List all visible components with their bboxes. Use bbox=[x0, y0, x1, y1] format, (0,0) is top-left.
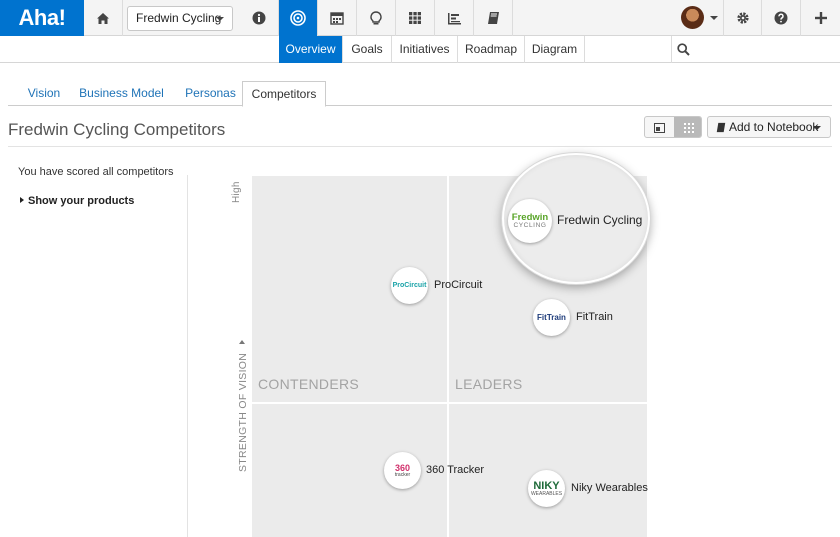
show-products-label: Show your products bbox=[28, 195, 135, 207]
grid-icon bbox=[409, 12, 421, 24]
strategy-icon bbox=[290, 10, 306, 26]
competitor-label-360-tracker[interactable]: 360 Tracker bbox=[426, 464, 484, 476]
quadrant-label-contenders: CONTENDERS bbox=[258, 376, 360, 392]
settings-button[interactable] bbox=[723, 0, 762, 36]
y-axis-title: STRENGTH OF VISION bbox=[237, 352, 249, 472]
info-icon bbox=[252, 11, 266, 25]
logo-text: Fredwin bbox=[511, 211, 549, 223]
competitor-logo-procircuit[interactable]: ProCircuit bbox=[391, 267, 428, 304]
tab-personas[interactable]: Personas bbox=[174, 81, 247, 106]
competitor-label-fredwin-cycling[interactable]: Fredwin Cycling bbox=[557, 213, 642, 227]
competitor-label-procircuit[interactable]: ProCircuit bbox=[434, 279, 482, 291]
subnav-overview[interactable]: Overview bbox=[279, 36, 343, 63]
y-axis-high-label: High bbox=[231, 181, 242, 203]
avatar[interactable] bbox=[681, 6, 704, 29]
help-button[interactable] bbox=[762, 0, 801, 36]
sub-navigation: Overview Goals Initiatives Roadmap Diagr… bbox=[0, 36, 840, 63]
tab-business-model[interactable]: Business Model bbox=[74, 81, 169, 106]
aha-logo[interactable]: Aha! bbox=[0, 0, 84, 36]
page-title: Fredwin Cycling Competitors bbox=[8, 120, 226, 139]
chevron-right-icon bbox=[20, 197, 24, 203]
chevron-down-icon bbox=[216, 17, 224, 21]
subnav-goals[interactable]: Goals bbox=[343, 36, 392, 63]
chevron-down-icon bbox=[710, 16, 718, 20]
add-to-notebook-button[interactable]: Add to Notebook bbox=[707, 116, 831, 138]
logo-text: NIKY bbox=[533, 479, 560, 492]
add-button[interactable] bbox=[801, 0, 840, 36]
divider bbox=[187, 175, 188, 537]
search-icon bbox=[677, 43, 690, 56]
notebooks-button[interactable] bbox=[474, 0, 513, 36]
chart-view-button[interactable] bbox=[674, 117, 701, 137]
strategy-tabs: Vision Business Model Personas Competito… bbox=[8, 81, 832, 107]
competitor-logo-360-tracker[interactable]: 360 tracker bbox=[384, 452, 421, 489]
strategy-button[interactable] bbox=[279, 0, 318, 36]
logo-subtext: CYCLING bbox=[513, 222, 547, 229]
view-toggle bbox=[644, 116, 702, 138]
home-icon bbox=[97, 12, 109, 24]
ideas-button[interactable] bbox=[357, 0, 396, 36]
notebook-icon bbox=[487, 12, 499, 24]
competitor-label-fittrain[interactable]: FitTrain bbox=[576, 311, 613, 323]
workspace-label: Fredwin Cycling bbox=[136, 11, 222, 25]
show-products-toggle[interactable]: Show your products bbox=[20, 195, 134, 207]
list-view-button[interactable] bbox=[645, 117, 674, 137]
divider bbox=[8, 146, 832, 147]
competitor-logo-fredwin-cycling[interactable]: Fredwin CYCLING bbox=[508, 199, 552, 243]
logo-subtext: tracker bbox=[394, 471, 411, 478]
logo-text: ProCircuit bbox=[392, 282, 427, 289]
calendar-button[interactable] bbox=[318, 0, 357, 36]
help-icon bbox=[774, 11, 788, 25]
plus-icon bbox=[814, 12, 827, 24]
tab-competitors[interactable]: Competitors bbox=[242, 81, 326, 107]
logo-subtext: WEARABLES bbox=[530, 490, 563, 497]
add-to-notebook-label: Add to Notebook bbox=[729, 120, 819, 134]
chart-view-icon bbox=[683, 123, 694, 133]
calendar-icon bbox=[330, 12, 344, 25]
workspace-selector[interactable]: Fredwin Cycling bbox=[127, 6, 233, 31]
search-input[interactable] bbox=[671, 36, 840, 63]
subnav-initiatives[interactable]: Initiatives bbox=[392, 36, 458, 63]
scored-status-text: You have scored all competitors bbox=[18, 166, 174, 178]
info-button[interactable] bbox=[240, 0, 279, 36]
logo-text: FitTrain bbox=[537, 313, 566, 322]
roadmap-icon bbox=[447, 12, 461, 24]
y-axis-label[interactable]: STRENGTH OF VISION bbox=[233, 340, 251, 472]
list-view-icon bbox=[654, 123, 665, 133]
top-bar: Aha! Fredwin Cycling bbox=[0, 0, 840, 36]
chevron-right-icon bbox=[239, 340, 245, 345]
notebook-icon bbox=[716, 122, 726, 133]
tab-vision[interactable]: Vision bbox=[18, 81, 70, 106]
subnav-roadmap[interactable]: Roadmap bbox=[458, 36, 525, 63]
subnav-diagram[interactable]: Diagram bbox=[525, 36, 585, 63]
lightbulb-icon bbox=[370, 10, 382, 24]
chevron-down-icon bbox=[813, 126, 821, 130]
settings-icon bbox=[736, 12, 749, 24]
roadmaps-button[interactable] bbox=[435, 0, 474, 36]
features-button[interactable] bbox=[396, 0, 435, 36]
competitor-logo-niky-wearables[interactable]: NIKY WEARABLES bbox=[528, 470, 565, 507]
competitor-logo-fittrain[interactable]: FitTrain bbox=[533, 299, 570, 336]
home-button[interactable] bbox=[84, 0, 123, 36]
competitor-label-niky-wearables[interactable]: Niky Wearables bbox=[571, 482, 648, 494]
quadrant-label-leaders: LEADERS bbox=[455, 376, 523, 392]
